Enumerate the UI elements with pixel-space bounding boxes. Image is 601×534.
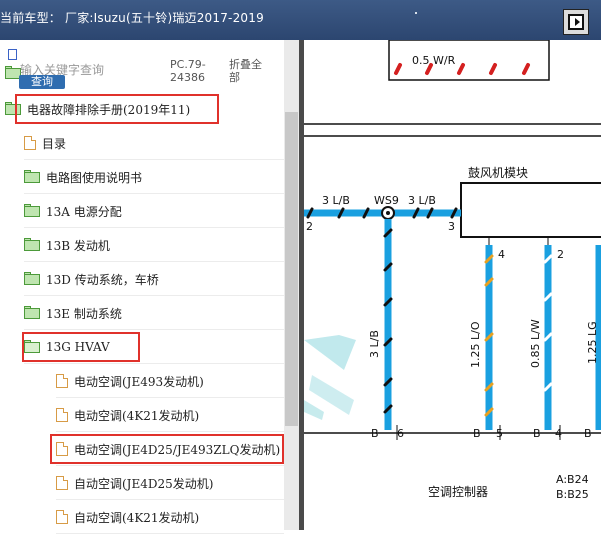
tree-item[interactable]: 电动空调(JE493发动机): [56, 364, 284, 398]
document-icon: [56, 374, 68, 388]
document-icon: [56, 408, 68, 422]
document-icon: [24, 136, 36, 150]
tree-item[interactable]: 13G HVAV: [24, 330, 284, 364]
tree-item[interactable]: 电器故障排除手册(2019年11): [5, 92, 284, 126]
ac-controller-label: 空调控制器: [428, 485, 489, 499]
folder-icon: [24, 238, 40, 251]
title-bar: 当前车型： 厂家:Isuzu(五十铃)瑞迈2017-2019: [0, 0, 601, 40]
wiring-diagram: 0.5 W/R 鼓风机模块 3 L/B WS9 3 L/B 2 3 4 2 3 …: [304, 40, 601, 530]
ref-a: A:B24: [556, 473, 589, 486]
title-marker: [415, 12, 417, 14]
wire-label-a: 3 L/B: [322, 194, 350, 207]
connector-b3: B: [533, 427, 541, 440]
scrollbar-thumb[interactable]: [285, 112, 298, 426]
sidebar-scrollbar[interactable]: [284, 40, 299, 530]
text-cursor-icon: [8, 49, 17, 60]
tree-item-label: 电动空调(4K21发动机): [74, 408, 200, 423]
folder-icon: [24, 306, 40, 319]
ref-b: B:B25: [556, 488, 589, 501]
tree-item[interactable]: 电动空调(4K21发动机): [56, 398, 284, 432]
wire-label-b: 3 L/B: [408, 194, 436, 207]
document-icon: [56, 476, 68, 490]
tree-item[interactable]: 目录: [24, 126, 284, 160]
document-icon: [56, 442, 68, 456]
tree-item-label: 13D 传动系统，车桥: [46, 272, 159, 287]
tree-item[interactable]: 自动空调(4K21发动机): [56, 500, 284, 534]
vertical-wire-label-3: 0.85 L/W: [529, 319, 542, 368]
connector-b1: B: [371, 427, 379, 440]
tree-item-label: 13B 发动机: [46, 238, 110, 253]
tree-item-label: 自动空调(JE4D25发动机): [74, 476, 214, 491]
tree-item-label: 13G HVAV: [46, 340, 110, 354]
tree-item[interactable]: 电动空调(JE4D25/JE493ZLQ发动机): [56, 432, 284, 466]
wiring-diagram-canvas: [304, 40, 601, 440]
search-button[interactable]: 查询: [19, 75, 65, 89]
connector-b2: B: [473, 427, 481, 440]
connector-b4: B: [584, 427, 592, 440]
pin-module-3: 3: [448, 220, 455, 233]
connector-pin-5: 5: [496, 427, 503, 440]
blower-module-box: [460, 182, 601, 238]
tree-item[interactable]: 13D 传动系统，车桥: [24, 262, 284, 296]
tree-item-label: 电动空调(JE493发动机): [74, 374, 204, 389]
watermark-fragment: [304, 335, 356, 420]
current-vehicle-title: 当前车型： 厂家:Isuzu(五十铃)瑞迈2017-2019: [0, 11, 264, 25]
folder-icon: [24, 272, 40, 285]
pin-left: 2: [306, 220, 313, 233]
pc-code: PC.79-24386: [170, 58, 206, 84]
tree-item[interactable]: 自动空调(JE4D25发动机): [56, 466, 284, 500]
tree-item-label: 13E 制动系统: [46, 306, 122, 321]
splice-label: WS9: [374, 194, 399, 207]
tree-item[interactable]: 电路图使用说明书: [24, 160, 284, 194]
tree-item[interactable]: 13E 制动系统: [24, 296, 284, 330]
folder-icon: [5, 102, 21, 115]
blower-module-label: 鼓风机模块: [468, 166, 529, 180]
folder-icon: [24, 204, 40, 217]
pin-module-4: 4: [498, 248, 505, 261]
panel-toggle-button[interactable]: [563, 9, 589, 35]
tree-item-label: 目录: [42, 136, 67, 151]
vertical-wire-label-4: 1.25 LG: [586, 321, 599, 364]
document-icon: [56, 510, 68, 524]
folder-open-icon: [24, 340, 40, 353]
tree-item-label: 电器故障排除手册(2019年11): [27, 102, 191, 117]
tree-item[interactable]: 13B 发动机: [24, 228, 284, 262]
pin-module-2: 2: [557, 248, 564, 261]
tree-item-label: 13A 电源分配: [46, 204, 122, 219]
connector-pin-6: 6: [397, 427, 404, 440]
tree-item-label: 自动空调(4K21发动机): [74, 510, 200, 525]
connector-pin-4: 4: [555, 427, 562, 440]
tree-item[interactable]: 13A 电源分配: [24, 194, 284, 228]
vertical-wire-label-1: 3 L/B: [368, 330, 381, 358]
vertical-wire-label-2: 1.25 L/O: [469, 321, 482, 368]
tree-item-label: 电路图使用说明书: [46, 170, 143, 185]
tree-item-label: 电动空调(JE4D25/JE493ZLQ发动机): [74, 442, 281, 457]
folder-icon: [24, 170, 40, 183]
fold-all-link[interactable]: 折叠全部: [229, 58, 269, 84]
top-wire-label: 0.5 W/R: [412, 54, 456, 67]
